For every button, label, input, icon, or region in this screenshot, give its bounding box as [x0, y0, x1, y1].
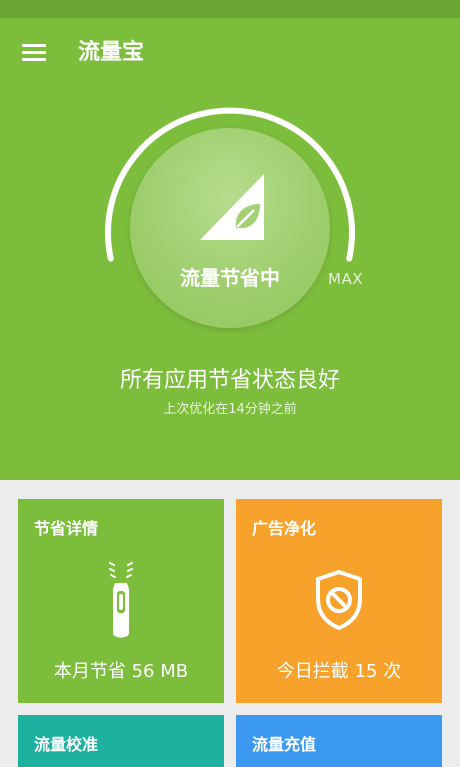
- traffic-recharge-card[interactable]: 流量充值: [236, 715, 442, 767]
- ads-card-title: 广告净化: [252, 519, 317, 538]
- savings-details-card[interactable]: 节省详情 本月节省 56 MB: [18, 499, 224, 703]
- recharge-card-title: 流量充值: [252, 735, 317, 754]
- shield-block-icon: [316, 570, 362, 630]
- savings-card-title: 节省详情: [34, 519, 99, 538]
- gauge-status-label: 流量节省中: [180, 266, 280, 290]
- ad-blocking-card[interactable]: 广告净化 今日拦截 15 次: [236, 499, 442, 703]
- gauge-max-label: MAX: [328, 270, 363, 288]
- zipper-icon: [109, 562, 133, 638]
- ads-card-value: 今日拦截 15 次: [276, 661, 402, 682]
- status-main-text: 所有应用节省状态良好: [119, 368, 340, 393]
- traffic-calibration-card[interactable]: 流量校准: [18, 715, 224, 767]
- calibrate-card-title: 流量校准: [34, 735, 99, 754]
- status-sub-text: 上次优化在14分钟之前: [163, 402, 297, 417]
- savings-card-value: 本月节省 56 MB: [53, 661, 189, 682]
- signal-leaf-icon: [200, 174, 264, 240]
